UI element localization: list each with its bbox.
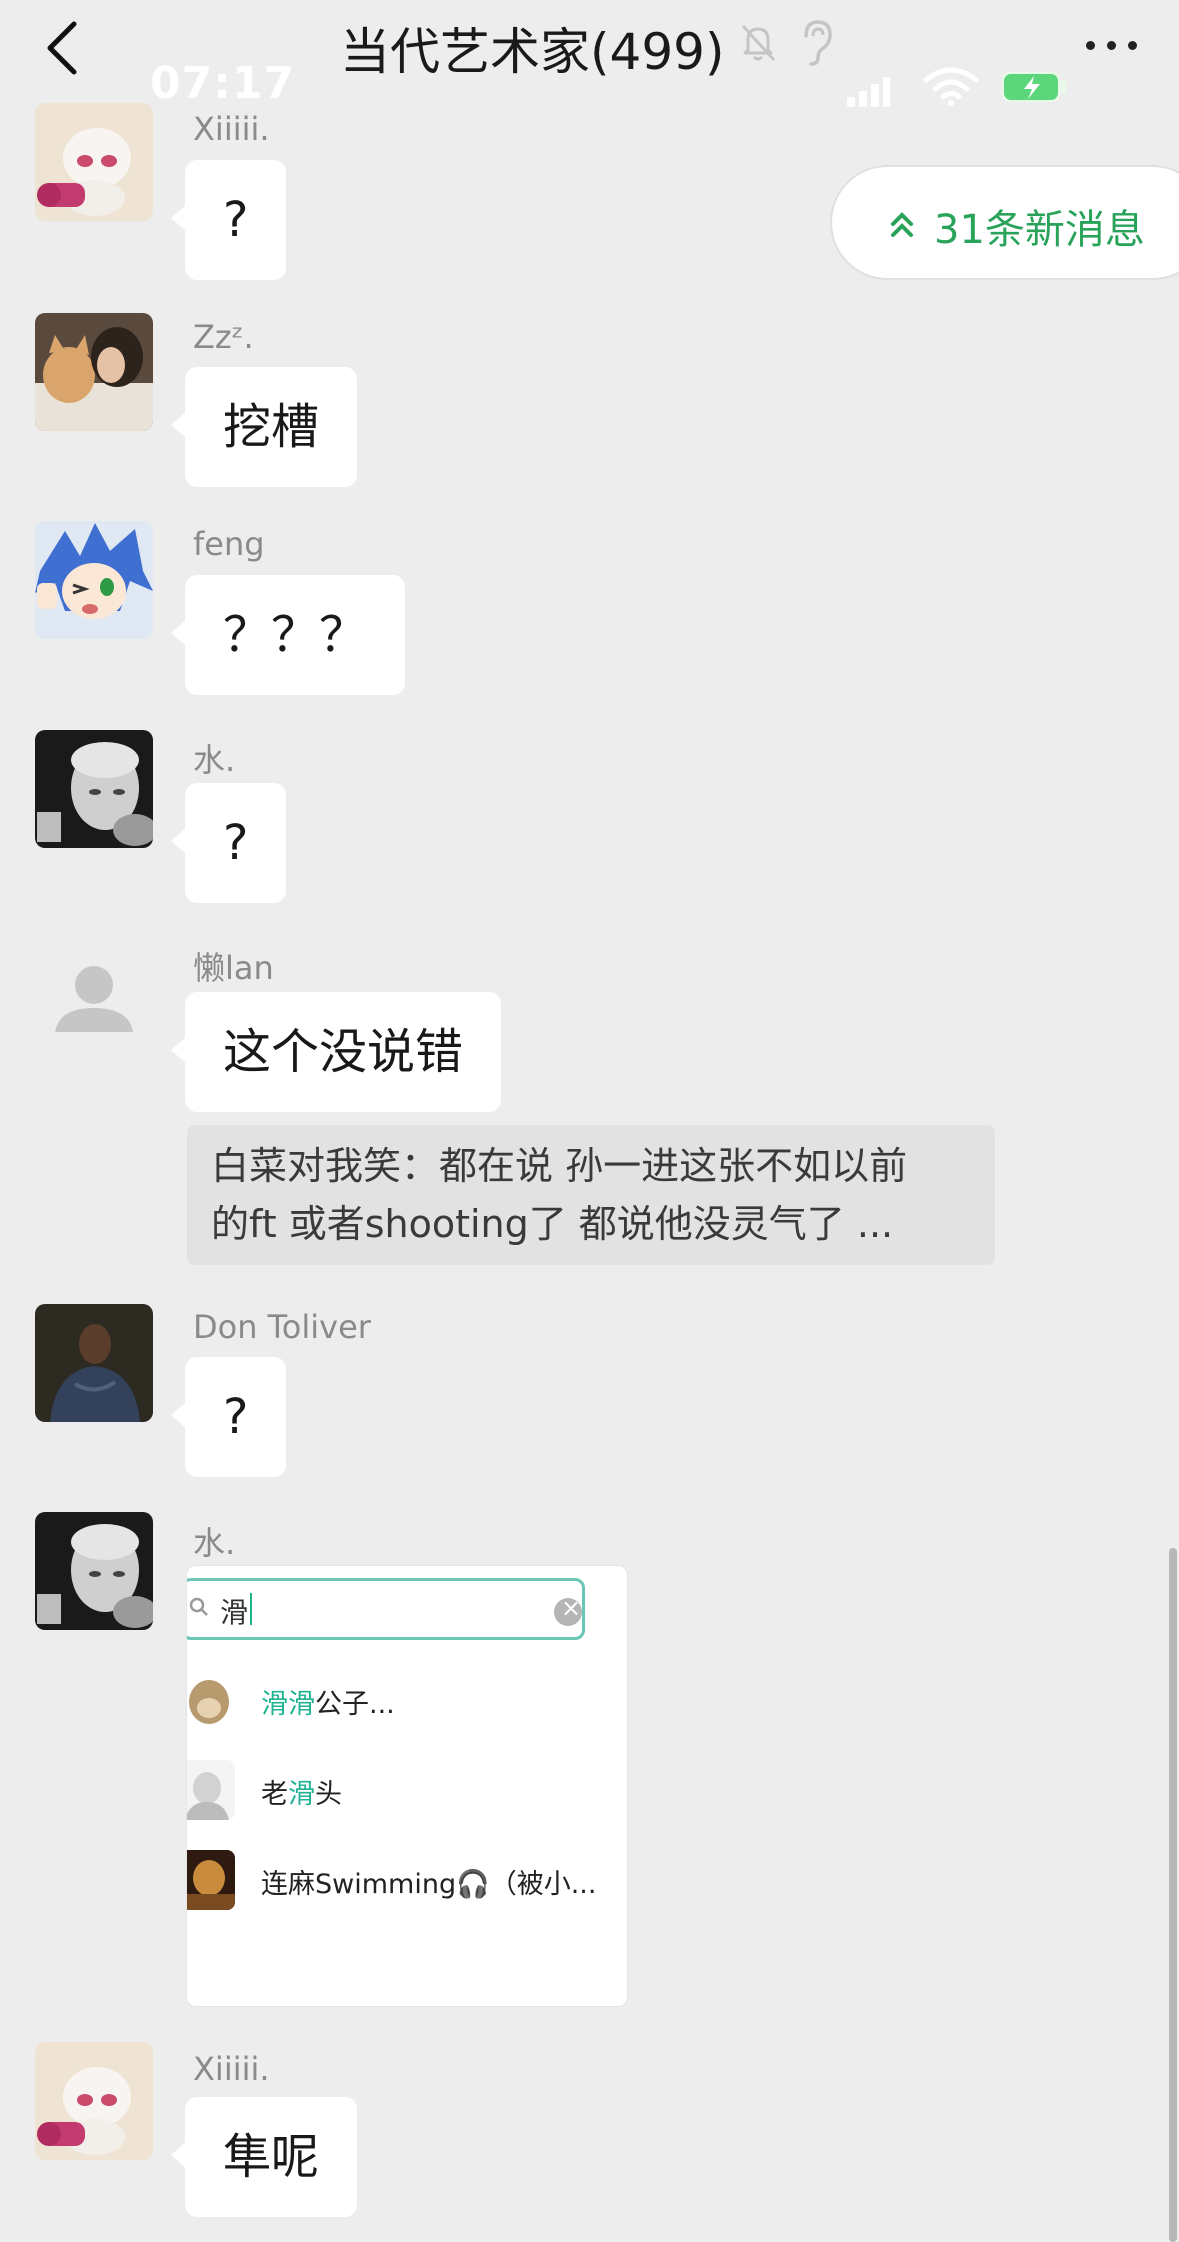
image-message[interactable]: 滑 滑滑公子... xyxy=(186,1565,628,2007)
quoted-reply[interactable]: 白菜对我笑：都在说 孙一进这张不如以前 的ft 或者shooting了 都说他没… xyxy=(187,1125,995,1265)
avatar-image xyxy=(35,313,153,431)
result-avatar xyxy=(187,1760,235,1820)
chat-title: 当代艺术家(499) xyxy=(340,23,725,81)
default-user-icon xyxy=(35,940,153,1058)
avatar-image xyxy=(35,1512,153,1630)
search-icon xyxy=(189,1597,208,1616)
quote-text-line: 的ft 或者shooting了 都说他没灵气了 ... xyxy=(211,1202,894,1246)
screenshot-result-item: 连麻Swimming🎧（被小... xyxy=(187,1846,627,1916)
avatar[interactable] xyxy=(35,730,153,848)
sender-name: 水. xyxy=(193,1524,236,1562)
avatar-image xyxy=(35,2042,153,2160)
message-bubble[interactable]: 这个没说错 xyxy=(170,992,502,1112)
avatar[interactable] xyxy=(35,1512,153,1630)
monkey-avatar-icon xyxy=(187,1670,235,1730)
result-name: 滑滑公子... xyxy=(261,1689,395,1720)
message-bubble[interactable]: ? xyxy=(170,1357,287,1477)
avatar-image xyxy=(35,1304,153,1422)
message-bubble[interactable]: 隼呢 xyxy=(170,2097,358,2217)
back-button[interactable] xyxy=(40,18,90,78)
new-messages-button[interactable]: 31条新消息 xyxy=(830,165,1179,280)
chevron-left-icon xyxy=(47,21,77,75)
result-name: 连麻Swimming🎧（被小... xyxy=(261,1869,597,1900)
cellular-signal-icon xyxy=(847,77,890,107)
new-messages-label: 31条新消息 xyxy=(934,207,1145,253)
chat-screen: 当代艺术家(499) 07:17 31条新消息 Xiiiii. ? Zzᶻ. 挖… xyxy=(0,0,1179,2242)
avatar-image xyxy=(35,730,153,848)
result-name: 老滑头 xyxy=(261,1779,342,1810)
more-options-button[interactable] xyxy=(1082,30,1142,60)
result-avatar xyxy=(187,1850,235,1910)
text-cursor xyxy=(250,1593,252,1625)
double-chevron-up-icon xyxy=(891,212,913,237)
dot-icon xyxy=(1107,41,1116,50)
screenshot-search-box: 滑 xyxy=(187,1578,585,1640)
sender-name: 水. xyxy=(193,741,236,779)
wifi-icon xyxy=(923,67,979,106)
sender-name: 懒lan xyxy=(193,949,274,987)
sender-name: Xiiiii. xyxy=(193,110,270,148)
photo-avatar-icon xyxy=(187,1850,235,1910)
scrollbar[interactable] xyxy=(1169,1548,1177,2242)
avatar[interactable] xyxy=(35,103,153,221)
screenshot-result-item: 老滑头 xyxy=(187,1756,627,1826)
message-bubble[interactable]: ？？？ xyxy=(170,575,406,695)
dot-icon xyxy=(1128,41,1137,50)
muted-bell-icon xyxy=(741,24,776,62)
sender-name: Don Toliver xyxy=(193,1308,371,1346)
avatar[interactable] xyxy=(35,521,153,639)
person-avatar-icon xyxy=(187,1760,235,1820)
avatar[interactable] xyxy=(35,2042,153,2160)
sender-name: feng xyxy=(193,525,265,563)
result-avatar xyxy=(187,1670,235,1730)
avatar[interactable] xyxy=(35,313,153,431)
screenshot-search-query: 滑 xyxy=(220,1596,249,1629)
dot-icon xyxy=(1086,41,1095,50)
earpiece-mode-icon xyxy=(804,20,832,66)
avatar-image xyxy=(35,521,153,639)
sender-name: Zzᶻ. xyxy=(193,318,254,356)
clear-icon xyxy=(554,1594,582,1626)
status-time: 07:17 xyxy=(150,58,296,109)
battery-charging-icon xyxy=(1002,72,1066,102)
avatar[interactable] xyxy=(35,940,153,1058)
avatar[interactable] xyxy=(35,1304,153,1422)
screenshot-result-item: 滑滑公子... xyxy=(187,1666,627,1736)
avatar-image xyxy=(35,103,153,221)
sender-name: Xiiiii. xyxy=(193,2050,270,2088)
message-bubble[interactable]: 挖槽 xyxy=(170,367,358,487)
quote-text-line: 白菜对我笑：都在说 孙一进这张不如以前 xyxy=(211,1144,908,1188)
message-bubble[interactable]: ? xyxy=(170,783,287,903)
message-bubble[interactable]: ? xyxy=(170,160,287,280)
